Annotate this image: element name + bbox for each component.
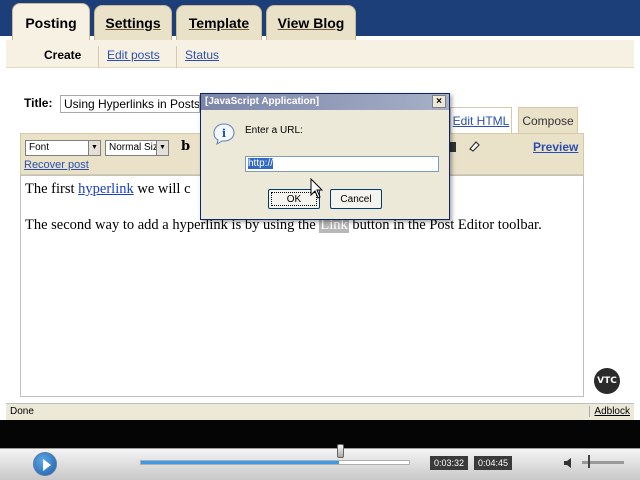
bold-button[interactable]: b: [181, 139, 190, 154]
tab-template-label: Template: [188, 15, 250, 31]
javascript-prompt-dialog: [JavaScript Application] × i Enter a URL…: [200, 93, 450, 220]
volume-icon[interactable]: [563, 457, 575, 469]
subtab-edit-posts[interactable]: Edit posts: [98, 46, 168, 68]
dialog-titlebar: [JavaScript Application] ×: [201, 94, 449, 110]
tab-posting[interactable]: Posting: [12, 3, 90, 41]
font-size-select[interactable]: Normal Size ▼: [105, 140, 169, 156]
hyperlink-link[interactable]: hyperlink: [78, 181, 134, 197]
mouse-cursor-icon: [310, 178, 324, 199]
seek-bar[interactable]: [140, 460, 410, 465]
volume-handle[interactable]: [588, 455, 591, 468]
dialog-title: [JavaScript Application]: [205, 96, 320, 107]
url-input-value: http://: [248, 158, 274, 169]
tab-edit-html[interactable]: Edit HTML: [450, 107, 512, 133]
dialog-close-button[interactable]: ×: [432, 95, 446, 108]
browser-status-bar: Done Adblock: [6, 403, 634, 420]
preview-link[interactable]: Preview: [533, 140, 578, 154]
chevron-down-icon: ▼: [88, 141, 100, 155]
tab-view-blog-label: View Blog: [277, 15, 345, 31]
font-select[interactable]: Font ▼: [25, 140, 101, 156]
svg-text:i: i: [222, 127, 226, 140]
video-player-controls: 0:03:32 0:04:45: [0, 444, 640, 480]
current-time: 0:03:32: [430, 456, 469, 470]
tab-posting-label: Posting: [25, 14, 77, 31]
subtab-status[interactable]: Status: [176, 46, 227, 68]
url-input[interactable]: http://: [245, 156, 439, 172]
tab-settings-label: Settings: [105, 15, 161, 31]
vtc-logo: VTC: [594, 368, 620, 394]
tab-template[interactable]: Template: [176, 5, 262, 40]
play-button[interactable]: [33, 452, 57, 476]
adblock-button[interactable]: Adblock: [589, 406, 630, 417]
cancel-button[interactable]: Cancel: [330, 189, 382, 209]
title-label: Title:: [24, 96, 53, 110]
post-title-input[interactable]: Using Hyperlinks in Posts: [60, 95, 200, 113]
eraser-icon[interactable]: [467, 139, 481, 153]
font-select-value: Font: [29, 142, 50, 153]
tab-settings[interactable]: Settings: [94, 5, 172, 40]
chevron-down-icon: ▼: [156, 141, 168, 155]
info-icon: i: [213, 123, 235, 145]
posting-subnav: Create Edit posts Status: [6, 40, 634, 68]
video-letterbox: [0, 420, 640, 448]
tab-compose[interactable]: Compose: [518, 107, 578, 133]
status-text: Done: [10, 406, 34, 417]
subtab-create[interactable]: Create: [36, 46, 89, 68]
blogger-tab-bar: Posting Settings Template View Blog: [0, 0, 640, 41]
dialog-message: Enter a URL:: [245, 125, 303, 136]
seek-progress: [141, 461, 340, 464]
seek-handle[interactable]: [336, 444, 344, 458]
recover-post-link[interactable]: Recover post: [24, 159, 89, 171]
total-time: 0:04:45: [474, 456, 513, 470]
tab-view-blog[interactable]: View Blog: [266, 5, 356, 40]
